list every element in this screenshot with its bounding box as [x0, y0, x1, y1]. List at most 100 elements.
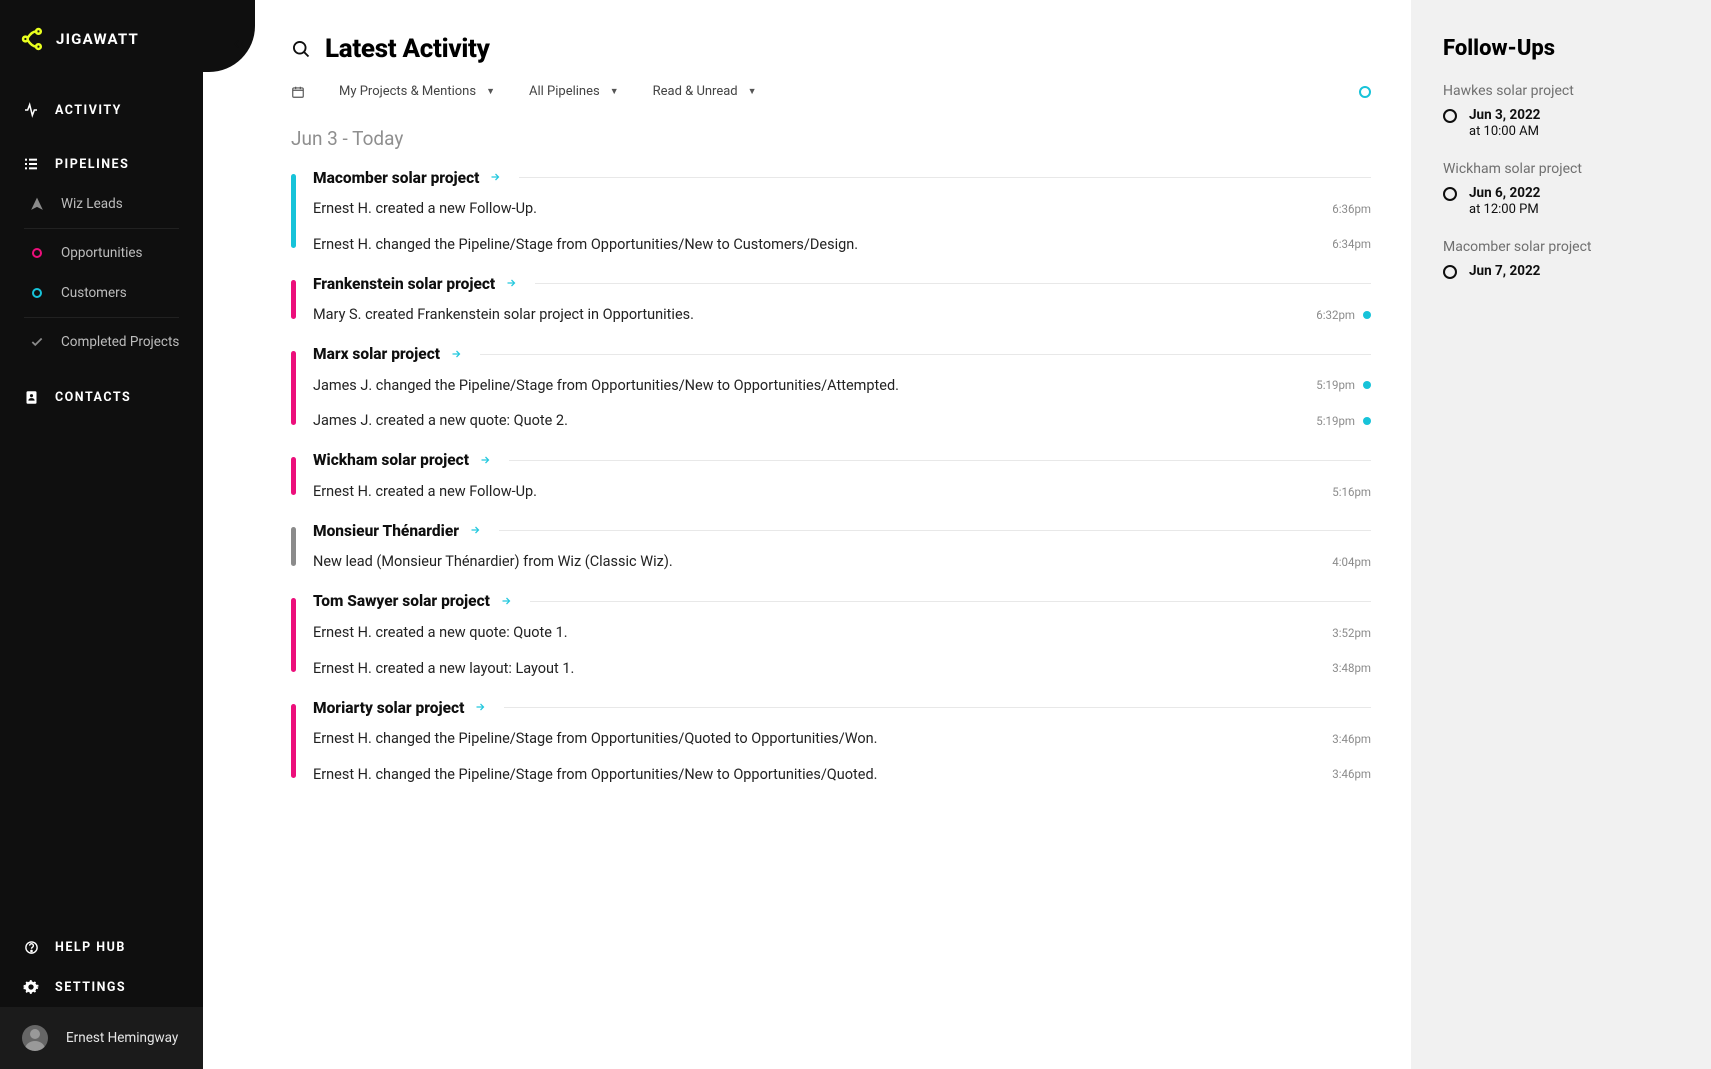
- contacts-icon: [22, 390, 40, 405]
- activity-time: 6:36pm: [1332, 202, 1371, 216]
- sidebar-header: JIGAWATT: [0, 0, 203, 86]
- activity-group-title[interactable]: Tom Sawyer solar project: [313, 592, 490, 610]
- activity-meta: 3:46pm: [1332, 767, 1371, 781]
- nav-settings[interactable]: SETTINGS: [0, 967, 203, 1007]
- nav-completed-label: Completed Projects: [61, 334, 179, 350]
- nav-completed-projects[interactable]: Completed Projects: [0, 322, 203, 362]
- customers-icon: [28, 287, 46, 299]
- followup-project[interactable]: Wickham solar project: [1443, 161, 1679, 177]
- followup-time: at 12:00 PM: [1469, 202, 1540, 217]
- activity-text: Ernest H. created a new layout: Layout 1…: [313, 659, 1332, 679]
- activity-row[interactable]: Mary S. created Frankenstein solar proje…: [313, 293, 1371, 327]
- activity-row[interactable]: Ernest H. created a new Follow-Up.6:36pm: [313, 187, 1371, 221]
- activity-row[interactable]: Ernest H. changed the Pipeline/Stage fro…: [313, 751, 1371, 787]
- activity-time: 3:46pm: [1332, 767, 1371, 781]
- activity-meta: 4:04pm: [1332, 555, 1371, 569]
- filter-scope[interactable]: My Projects & Mentions ▼: [339, 84, 495, 99]
- activity-group-title[interactable]: Macomber solar project: [313, 169, 479, 187]
- nav-contacts-label: CONTACTS: [55, 390, 131, 405]
- activity-group: Wickham solar projectErnest H. created a…: [291, 451, 1371, 504]
- activity-row[interactable]: New lead (Monsieur Thénardier) from Wiz …: [313, 540, 1371, 574]
- filter-bar: My Projects & Mentions ▼ All Pipelines ▼…: [291, 64, 1371, 115]
- sidebar-user[interactable]: Ernest Hemingway: [0, 1007, 203, 1069]
- arrow-right-icon[interactable]: [505, 274, 517, 293]
- followup-date: Jun 7, 2022: [1469, 263, 1540, 280]
- group-color-stripe: [291, 351, 296, 425]
- activity-group-title[interactable]: Monsieur Thénardier: [313, 522, 459, 540]
- followup-date: Jun 6, 2022: [1469, 185, 1540, 202]
- followup-item: Hawkes solar project Jun 3, 2022at 10:00 …: [1443, 83, 1679, 139]
- calendar-icon[interactable]: [291, 85, 305, 99]
- unread-dot-icon: [1363, 311, 1371, 319]
- activity-meta: 6:32pm: [1316, 308, 1371, 322]
- nav-help-hub[interactable]: HELP HUB: [0, 928, 203, 967]
- followup-row[interactable]: Jun 6, 2022at 12:00 PM: [1443, 185, 1679, 217]
- activity-row[interactable]: Ernest H. created a new layout: Layout 1…: [313, 645, 1371, 681]
- filter-pipeline-label: All Pipelines: [529, 84, 600, 99]
- arrow-right-icon[interactable]: [474, 698, 486, 717]
- activity-row[interactable]: Ernest H. created a new Follow-Up.5:16pm: [313, 470, 1371, 504]
- group-color-stripe: [291, 527, 296, 566]
- logo-text: JIGAWATT: [56, 30, 139, 48]
- nav-activity-label: ACTIVITY: [55, 103, 122, 118]
- activity-group-title[interactable]: Marx solar project: [313, 345, 440, 363]
- followup-status-icon[interactable]: [1443, 265, 1457, 279]
- activity-group: Marx solar project James J. changed the P…: [291, 345, 1371, 433]
- activity-time: 6:32pm: [1316, 308, 1355, 322]
- nav-customers[interactable]: Customers: [24, 273, 179, 313]
- activity-time: 3:48pm: [1332, 661, 1371, 675]
- unread-dot-icon: [1363, 381, 1371, 389]
- activity-row[interactable]: Ernest H. changed the Pipeline/Stage fro…: [313, 221, 1371, 257]
- arrow-right-icon[interactable]: [500, 592, 512, 611]
- nav-activity[interactable]: ACTIVITY: [0, 90, 203, 130]
- activity-text: New lead (Monsieur Thénardier) from Wiz …: [313, 552, 1332, 572]
- followup-item: Macomber solar project Jun 7, 2022: [1443, 239, 1679, 280]
- activity-text: James J. changed the Pipeline/Stage from…: [313, 376, 1316, 396]
- activity-text: Ernest H. changed the Pipeline/Stage fro…: [313, 235, 1332, 255]
- followup-project[interactable]: Macomber solar project: [1443, 239, 1679, 255]
- activity-icon: [22, 102, 40, 118]
- activity-row[interactable]: James J. created a new quote: Quote 2.5:…: [313, 397, 1371, 433]
- followup-item: Wickham solar project Jun 6, 2022at 12:00…: [1443, 161, 1679, 217]
- activity-time: 4:04pm: [1332, 555, 1371, 569]
- search-icon[interactable]: [291, 39, 311, 59]
- activity-meta: 5:19pm: [1316, 414, 1371, 428]
- arrow-right-icon[interactable]: [489, 168, 501, 187]
- activity-time: 3:46pm: [1332, 732, 1371, 746]
- nav-wiz-leads[interactable]: Wiz Leads: [0, 184, 203, 224]
- activity-row[interactable]: Ernest H. created a new quote: Quote 1.3…: [313, 611, 1371, 645]
- group-color-stripe: [291, 174, 296, 248]
- activity-row[interactable]: James J. changed the Pipeline/Stage from…: [313, 364, 1371, 398]
- activity-text: Ernest H. changed the Pipeline/Stage fro…: [313, 729, 1332, 749]
- filter-read[interactable]: Read & Unread ▼: [653, 84, 757, 99]
- help-icon: [22, 940, 40, 955]
- activity-meta: 3:52pm: [1332, 626, 1371, 640]
- followup-status-icon[interactable]: [1443, 187, 1457, 201]
- filter-pipeline[interactable]: All Pipelines ▼: [529, 84, 619, 99]
- nav-help-label: HELP HUB: [55, 940, 126, 955]
- arrow-right-icon[interactable]: [479, 451, 491, 470]
- nav-opportunities[interactable]: Opportunities: [24, 233, 179, 273]
- caret-down-icon: ▼: [486, 86, 495, 97]
- filter-scope-label: My Projects & Mentions: [339, 84, 476, 99]
- arrow-right-icon[interactable]: [469, 521, 481, 540]
- activity-group-title[interactable]: Wickham solar project: [313, 451, 469, 469]
- followup-project[interactable]: Hawkes solar project: [1443, 83, 1679, 99]
- followup-status-icon[interactable]: [1443, 109, 1457, 123]
- followup-row[interactable]: Jun 3, 2022at 10:00 AM: [1443, 107, 1679, 139]
- collapse-sidebar-icon[interactable]: [231, 36, 247, 56]
- nav-pipelines[interactable]: PIPELINES: [0, 144, 203, 184]
- filter-read-label: Read & Unread: [653, 84, 738, 99]
- sidebar: JIGAWATT ACTIVITY PIPELINES: [0, 0, 203, 1069]
- followups-panel: Follow-Ups Hawkes solar projectJun 3, 20…: [1411, 0, 1711, 1069]
- arrow-right-icon[interactable]: [450, 345, 462, 364]
- unread-filter-toggle[interactable]: [1359, 86, 1371, 98]
- activity-group-title[interactable]: Frankenstein solar project: [313, 275, 495, 293]
- activity-group-title[interactable]: Moriarty solar project: [313, 699, 464, 717]
- pipelines-icon: [22, 156, 40, 172]
- activity-row[interactable]: Ernest H. changed the Pipeline/Stage fro…: [313, 717, 1371, 751]
- followup-row[interactable]: Jun 7, 2022: [1443, 263, 1679, 280]
- group-color-stripe: [291, 457, 296, 496]
- followups-list: Hawkes solar project Jun 3, 2022at 10:00 …: [1443, 83, 1679, 280]
- nav-contacts[interactable]: CONTACTS: [0, 378, 203, 417]
